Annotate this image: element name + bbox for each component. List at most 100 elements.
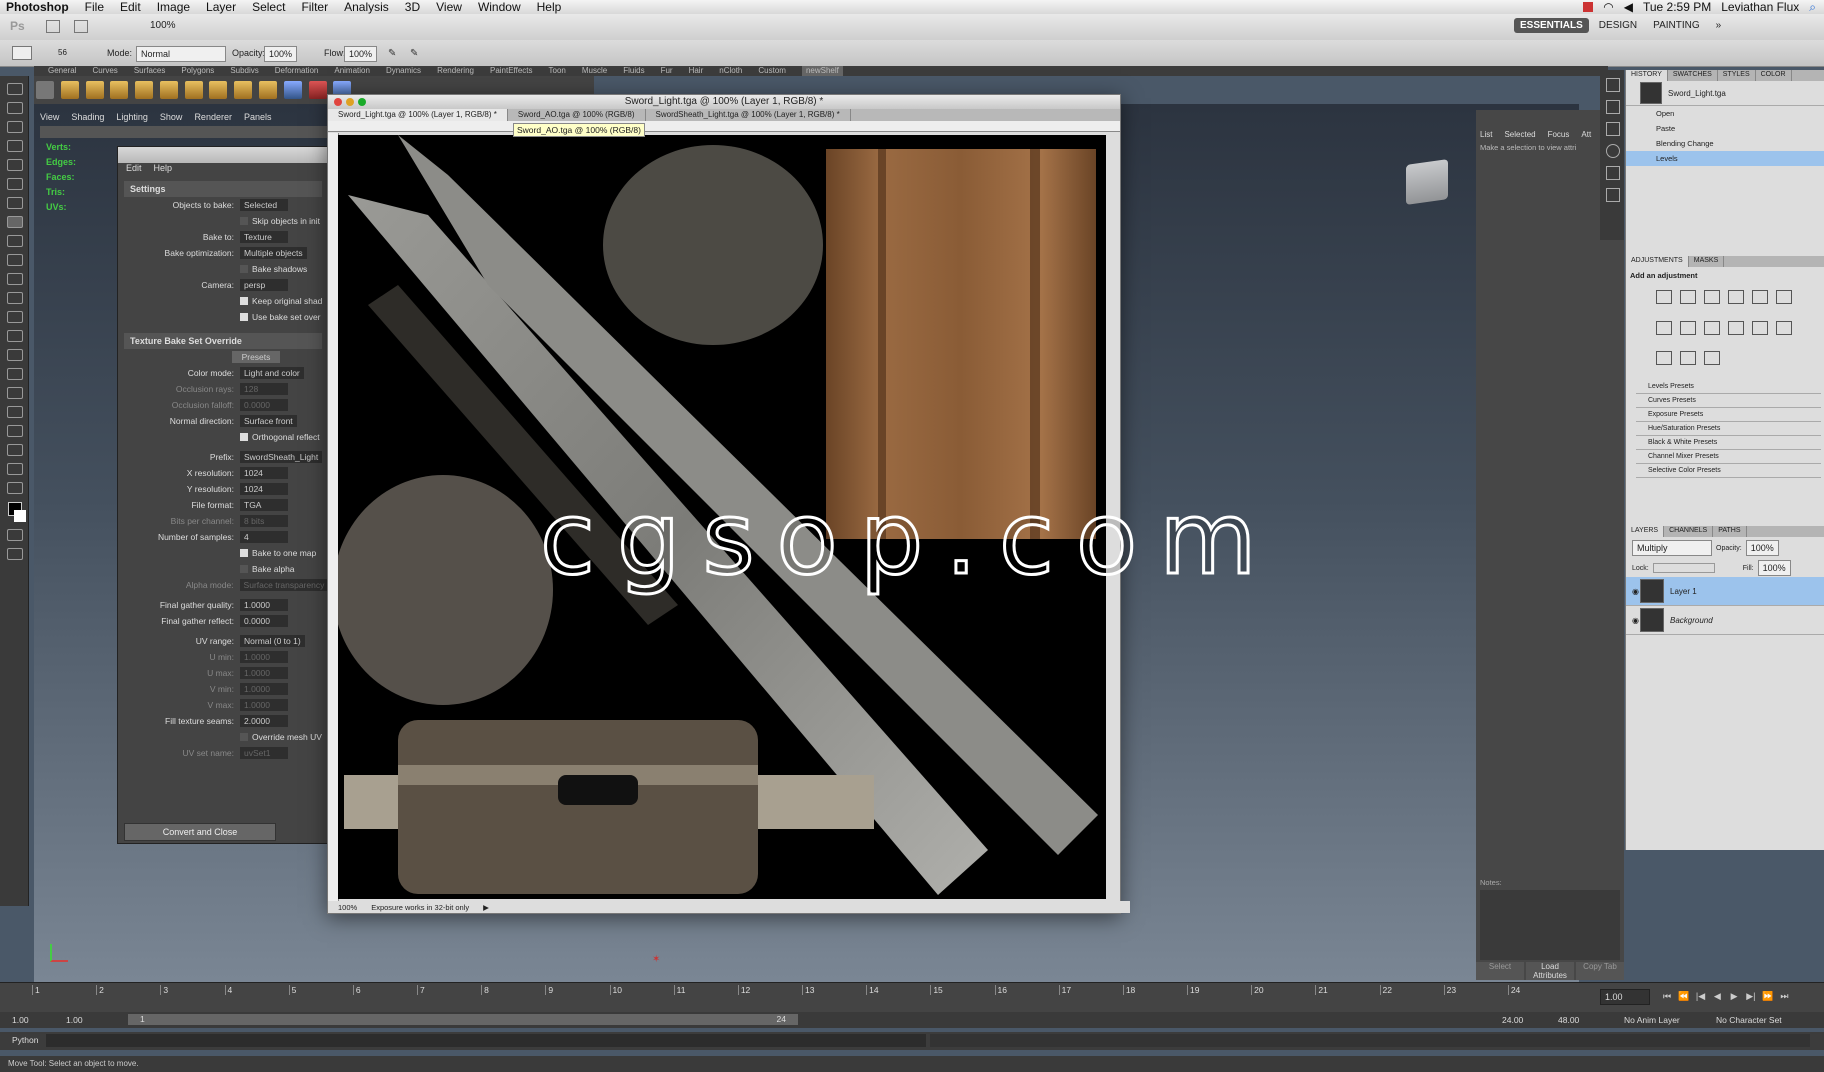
status-info[interactable]: Exposure works in 32-bit only (371, 903, 469, 912)
brightness-icon[interactable] (1656, 290, 1672, 304)
levels-presets[interactable]: Levels Presets (1636, 380, 1821, 394)
shelf-tool-icon[interactable] (135, 81, 154, 99)
uv-set-name-field[interactable]: uvSet1 (240, 747, 288, 759)
history-step[interactable]: Open (1626, 106, 1824, 121)
zoom-tool-icon[interactable] (7, 482, 23, 494)
camera-select[interactable]: persp (240, 279, 288, 291)
bake-to-one-map-checkbox[interactable] (240, 549, 248, 557)
shelf-tool-icon[interactable] (209, 81, 228, 99)
hand-tool-icon[interactable] (7, 463, 23, 475)
eye-icon[interactable]: ◉ (1632, 616, 1639, 625)
3d-orbit-tool-icon[interactable] (7, 444, 23, 456)
black-white-presets[interactable]: Black & White Presets (1636, 436, 1821, 450)
exposure-icon[interactable] (1728, 290, 1744, 304)
airbrush-icon[interactable]: ✎ (388, 48, 396, 59)
menu-edit[interactable]: Edit (112, 0, 149, 14)
menu-window[interactable]: Window (470, 0, 529, 14)
quick-select-tool-icon[interactable] (7, 140, 23, 152)
normal-direction-select[interactable]: Surface front (240, 415, 297, 427)
brush-tool-icon[interactable] (12, 46, 32, 60)
step-back-key-icon[interactable]: ⏪ (1677, 991, 1691, 1001)
eye-icon[interactable]: ◉ (1632, 587, 1639, 596)
tools-panel-icon[interactable] (1606, 166, 1620, 180)
brush-size[interactable]: 56 (58, 48, 67, 57)
doc-tab-swordsheath-light[interactable]: SwordSheath_Light.tga @ 100% (Layer 1, R… (646, 109, 851, 121)
u-max-field[interactable]: 1.0000 (240, 667, 288, 679)
zoom-level[interactable]: 100% (150, 20, 176, 31)
x-resolution-field[interactable]: 1024 (240, 467, 288, 479)
status-arrow-icon[interactable]: ▶ (483, 903, 489, 912)
tab-masks[interactable]: MASKS (1689, 256, 1725, 267)
tab-swatches[interactable]: SWATCHES (1668, 70, 1718, 81)
screen-mode-icon[interactable] (7, 548, 23, 560)
shelf-tab[interactable]: Custom (758, 66, 786, 76)
gradient-map-icon[interactable] (1680, 351, 1696, 366)
lock-icons[interactable] (1652, 563, 1715, 573)
attr-tab-selected[interactable]: Selected (1504, 130, 1535, 139)
black-white-icon[interactable] (1680, 320, 1696, 335)
tab-color[interactable]: COLOR (1756, 70, 1792, 81)
type-tool-icon[interactable] (7, 368, 23, 380)
shelf-tab[interactable]: Subdivs (230, 66, 258, 76)
tab-adjustments[interactable]: ADJUSTMENTS (1626, 256, 1689, 267)
anim-layer-select[interactable]: No Anim Layer (1624, 1015, 1680, 1025)
minibridge-icon[interactable] (74, 20, 88, 33)
shelf-tool-icon[interactable] (159, 81, 178, 99)
minimize-window-icon[interactable] (346, 98, 354, 106)
command-language-label[interactable]: Python (12, 1035, 38, 1045)
layer-name[interactable]: Layer 1 (1670, 587, 1697, 596)
menu-view[interactable]: View (428, 0, 470, 14)
step-forward-key-icon[interactable]: ⏩ (1761, 991, 1775, 1001)
shelf-tab[interactable]: General (48, 66, 76, 76)
time-slider[interactable]: 1 2 3 4 5 6 7 8 9 10 11 12 13 14 15 16 17 18 19 20 21 22 23 24 … (0, 982, 1824, 1013)
threshold-icon[interactable] (1656, 351, 1672, 366)
v-max-field[interactable]: 1.0000 (240, 699, 288, 711)
history-brush-icon[interactable] (7, 254, 23, 266)
y-resolution-field[interactable]: 1024 (240, 483, 288, 495)
attr-tab-list[interactable]: List (1480, 130, 1492, 139)
menu-help[interactable]: Help (529, 0, 570, 14)
color-mode-select[interactable]: Light and color (240, 367, 304, 379)
workspace-design[interactable]: DESIGN (1593, 18, 1643, 33)
shelf-tab[interactable]: Dynamics (386, 66, 421, 76)
bridge-icon[interactable] (46, 20, 60, 33)
pen-tool-icon[interactable] (7, 349, 23, 361)
menu-file[interactable]: File (77, 0, 112, 14)
status-zoom[interactable]: 100% (338, 903, 357, 912)
move-tool-icon[interactable] (7, 83, 23, 95)
workspace-painting[interactable]: PAINTING (1647, 18, 1705, 33)
shelf-tab[interactable]: Hair (689, 66, 704, 76)
tablet-pressure-icon[interactable]: ✎ (410, 48, 418, 59)
quick-mask-icon[interactable] (7, 529, 23, 541)
history-step[interactable]: Levels (1626, 151, 1824, 166)
path-select-tool-icon[interactable] (7, 387, 23, 399)
shelf-tab[interactable]: Deformation (275, 66, 319, 76)
character-set-select[interactable]: No Character Set (1716, 1015, 1782, 1025)
shelf-tab[interactable]: nCloth (719, 66, 742, 76)
command-input[interactable] (46, 1034, 926, 1047)
view-cube-icon[interactable] (1406, 159, 1448, 205)
end-time-field[interactable]: 48.00 (1558, 1015, 1579, 1025)
eraser-tool-icon[interactable] (7, 273, 23, 285)
dialog-menu-edit[interactable]: Edit (126, 163, 142, 177)
prefix-field[interactable]: SwordSheath_Light (240, 451, 323, 463)
shelf-tab[interactable]: newShelf (801, 66, 843, 76)
shelf-tab[interactable]: Surfaces (134, 66, 166, 76)
channel-mixer-icon[interactable] (1728, 320, 1744, 335)
play-backward-icon[interactable]: ◀ (1710, 991, 1724, 1001)
shelf-tab[interactable]: Toon (549, 66, 566, 76)
menu-image[interactable]: Image (149, 0, 198, 14)
viewport-menu-view[interactable]: View (40, 112, 59, 122)
occlusion-rays-field[interactable]: 128 (240, 383, 288, 395)
shelf-tool-icon[interactable] (259, 81, 278, 99)
shape-tool-icon[interactable] (7, 406, 23, 418)
objects-to-bake-select[interactable]: Selected (240, 199, 288, 211)
layer-row[interactable]: ◉ Background (1626, 606, 1824, 635)
go-to-start-icon[interactable]: ⏮ (1660, 991, 1674, 1001)
menu-3d[interactable]: 3D (397, 0, 428, 14)
levels-icon[interactable] (1680, 290, 1696, 304)
layer-name[interactable]: Background (1670, 616, 1713, 625)
bake-shadows-checkbox[interactable] (240, 265, 248, 273)
final-gather-reflect-field[interactable]: 0.0000 (240, 615, 288, 627)
current-frame-field[interactable]: 1.00 (1600, 989, 1650, 1005)
